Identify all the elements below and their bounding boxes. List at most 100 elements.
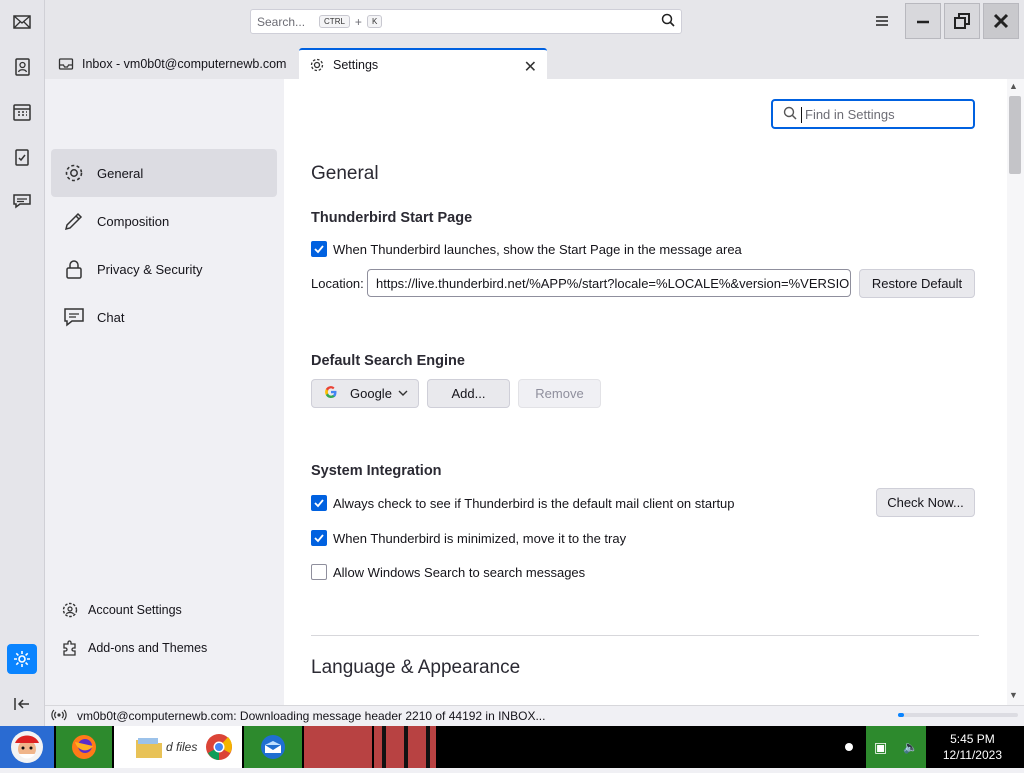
system-integration-heading: System Integration	[311, 463, 442, 479]
add-search-engine-button[interactable]: Add...	[427, 379, 510, 408]
status-bar: vm0b0t@computernewb.com: Downloading mes…	[45, 705, 1024, 726]
category-general[interactable]: General	[51, 149, 277, 197]
app-menu-icon[interactable]	[872, 11, 892, 31]
find-in-settings-input[interactable]: Find in Settings	[771, 99, 975, 129]
tasks-icon[interactable]	[7, 142, 37, 172]
download-progress-bar	[898, 713, 1018, 717]
inbox-icon	[58, 56, 74, 72]
category-composition[interactable]: Composition	[51, 197, 277, 245]
lock-icon	[66, 260, 82, 279]
scroll-down-icon[interactable]: ▼	[1009, 690, 1018, 700]
account-settings-label: Account Settings	[88, 603, 182, 617]
account-settings-link[interactable]: Account Settings	[61, 601, 182, 619]
tab-inbox[interactable]: Inbox - vm0b0t@computernewb.com	[48, 48, 298, 79]
settings-sidebar: General Composition Privacy & Security C…	[45, 79, 284, 705]
checkbox-unchecked-icon[interactable]	[311, 564, 327, 580]
close-tab-icon[interactable]: ✕	[524, 57, 537, 77]
start-button[interactable]	[0, 726, 54, 768]
online-status-icon[interactable]	[51, 708, 67, 725]
chat-icon[interactable]	[7, 186, 37, 216]
find-placeholder: Find in Settings	[805, 106, 895, 122]
search-icon[interactable]	[661, 13, 675, 30]
location-label: Location:	[311, 276, 364, 291]
taskbar-item[interactable]	[374, 726, 436, 768]
chat-bubble-icon	[64, 308, 84, 327]
check-now-button[interactable]: Check Now...	[876, 488, 975, 517]
category-privacy-label: Privacy & Security	[97, 261, 203, 277]
start-orb-icon	[11, 731, 43, 763]
thunderbird-icon	[261, 735, 285, 759]
checkbox-checked-icon[interactable]	[311, 241, 327, 257]
folder-icon	[136, 738, 162, 758]
clock-date: 12/11/2023	[942, 748, 1002, 762]
checkbox-checked-icon[interactable]	[311, 495, 327, 511]
firefox-taskbar-button[interactable]	[56, 726, 112, 768]
section-divider	[311, 635, 979, 636]
category-composition-label: Composition	[97, 213, 170, 229]
spaces-toolbar	[0, 0, 45, 726]
minimize-button[interactable]	[905, 3, 941, 39]
pencil-icon	[64, 212, 83, 231]
tab-inbox-label: Inbox - vm0b0t@computernewb.com	[82, 56, 287, 71]
google-icon	[324, 385, 338, 402]
network-icon[interactable]: ▣	[874, 739, 887, 756]
thunderbird-taskbar-button[interactable]	[244, 726, 302, 768]
location-input[interactable]: https://live.thunderbird.net/%APP%/start…	[367, 269, 851, 297]
minimize-tray-checkbox[interactable]: When Thunderbird is minimized, move it t…	[311, 530, 626, 546]
close-button[interactable]	[983, 3, 1019, 39]
gear-icon	[309, 57, 325, 73]
tab-strip: Inbox - vm0b0t@computernewb.com Settings…	[45, 42, 1024, 79]
calendar-icon[interactable]	[7, 97, 37, 127]
start-page-checkbox[interactable]: When Thunderbird launches, show the Star…	[311, 241, 742, 257]
firefox-icon	[72, 735, 96, 759]
settings-content: Find in Settings General Thunderbird Sta…	[284, 79, 1007, 705]
search-placeholder: Search...	[257, 14, 306, 29]
chevron-down-icon	[398, 386, 408, 401]
addons-themes-label: Add-ons and Themes	[88, 641, 208, 655]
search-engine-heading: Default Search Engine	[311, 353, 465, 369]
tab-settings[interactable]: Settings ✕	[299, 48, 547, 79]
category-privacy-security[interactable]: Privacy & Security	[51, 245, 277, 293]
puzzle-icon	[63, 640, 76, 656]
category-general-label: General	[97, 165, 144, 181]
remove-search-engine-button[interactable]: Remove	[518, 379, 601, 408]
address-book-icon[interactable]	[7, 52, 37, 82]
taskbar-item[interactable]	[304, 726, 372, 768]
global-search-input[interactable]: Search... CTRL + K	[250, 9, 682, 34]
download-progress-fill	[898, 713, 904, 717]
page-title: General	[311, 163, 379, 184]
windows-search-label: Allow Windows Search to search messages	[333, 564, 586, 580]
clock-time: 5:45 PM	[950, 732, 995, 746]
chrome-taskbar-button[interactable]	[196, 726, 242, 768]
search-icon	[783, 106, 797, 123]
collapse-toolbar-icon[interactable]	[7, 689, 37, 719]
system-tray[interactable]: ▣ 🔈	[866, 726, 926, 768]
search-engine-dropdown[interactable]: Google	[311, 379, 419, 408]
default-client-checkbox[interactable]: Always check to see if Thunderbird is th…	[311, 495, 735, 511]
clock[interactable]: 5:45 PM 12/11/2023	[943, 731, 1002, 773]
account-gear-icon	[62, 602, 78, 618]
mail-icon[interactable]	[7, 7, 37, 37]
category-chat[interactable]: Chat	[51, 293, 277, 341]
shortcut-key-ctrl: CTRL	[319, 15, 350, 28]
scrollbar-thumb[interactable]	[1009, 96, 1021, 174]
checkbox-checked-icon[interactable]	[311, 530, 327, 546]
default-client-label: Always check to see if Thunderbird is th…	[333, 495, 735, 511]
file-explorer-label: d files	[166, 740, 198, 754]
tab-settings-label: Settings	[333, 57, 379, 72]
scroll-up-icon[interactable]: ▲	[1009, 81, 1018, 91]
addons-themes-link[interactable]: Add-ons and Themes	[61, 639, 207, 657]
gear-icon	[65, 164, 83, 182]
start-page-heading: Thunderbird Start Page	[311, 210, 473, 226]
chrome-icon	[206, 734, 232, 760]
shortcut-key-k: K	[366, 15, 383, 28]
minimize-tray-label: When Thunderbird is minimized, move it t…	[333, 530, 627, 546]
search-engine-selected: Google	[350, 386, 392, 401]
settings-space-icon[interactable]	[7, 644, 37, 674]
restore-button[interactable]	[944, 3, 980, 39]
tray-dot-icon	[845, 743, 853, 751]
language-appearance-heading: Language & Appearance	[311, 657, 521, 678]
restore-default-button[interactable]: Restore Default	[859, 269, 975, 298]
volume-icon[interactable]: 🔈	[903, 740, 918, 754]
windows-search-checkbox[interactable]: Allow Windows Search to search messages	[311, 564, 585, 580]
